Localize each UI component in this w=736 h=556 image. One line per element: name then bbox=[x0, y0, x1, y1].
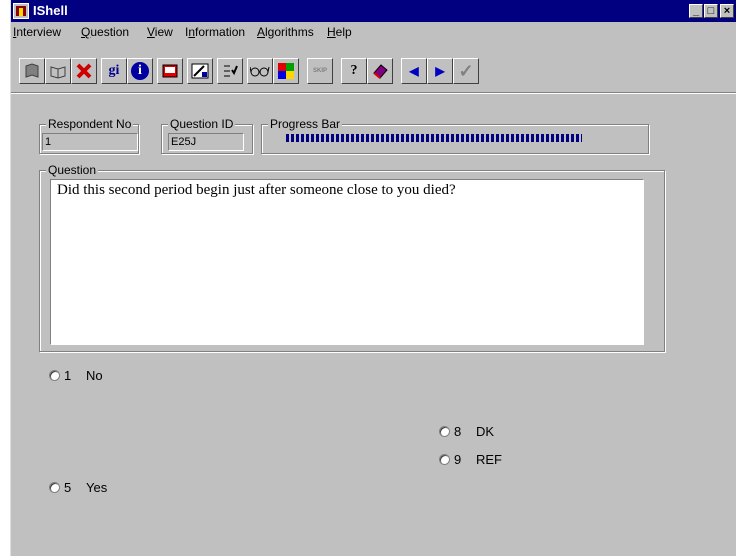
window-title: IShell bbox=[33, 3, 68, 18]
skip-label: SKIP bbox=[312, 68, 327, 74]
option-code: 8 bbox=[454, 424, 462, 439]
question-text: Did this second period begin just after … bbox=[50, 179, 644, 345]
menu-help[interactable]: Help bbox=[327, 25, 352, 39]
menu-information[interactable]: Information bbox=[185, 25, 245, 39]
option-code: 9 bbox=[454, 452, 462, 467]
close-button[interactable]: × bbox=[720, 4, 734, 18]
option-no[interactable]: 1 No bbox=[49, 368, 103, 383]
option-code: 1 bbox=[64, 368, 72, 383]
edit-icon[interactable] bbox=[187, 58, 213, 84]
open-book-icon[interactable] bbox=[45, 58, 71, 84]
menu-interview[interactable]: Interview bbox=[13, 25, 61, 39]
checklist-icon[interactable] bbox=[217, 58, 243, 84]
respondent-field: 1 bbox=[42, 133, 138, 151]
previous-icon[interactable]: ◀ bbox=[401, 58, 427, 84]
option-ref[interactable]: 9 REF bbox=[439, 452, 502, 467]
question-label: Question bbox=[46, 163, 99, 177]
option-label: REF bbox=[476, 452, 502, 467]
info-glyph: i bbox=[131, 62, 149, 80]
question-id-group: Question ID E25J bbox=[161, 117, 253, 154]
radio-button[interactable] bbox=[49, 482, 60, 493]
option-code: 5 bbox=[64, 480, 72, 495]
radio-button[interactable] bbox=[49, 370, 60, 381]
menu-algorithms[interactable]: Algorithms bbox=[257, 25, 314, 39]
app-icon[interactable] bbox=[13, 3, 29, 19]
glasses-icon[interactable] bbox=[247, 58, 273, 84]
option-label: Yes bbox=[86, 480, 108, 495]
book-icon[interactable] bbox=[19, 58, 45, 84]
ishell-window: IShell _ □ × Interview Question View Inf… bbox=[10, 0, 736, 556]
menu-question[interactable]: Question bbox=[81, 25, 129, 39]
notepad-icon[interactable] bbox=[157, 58, 183, 84]
checkmark-icon[interactable]: ✓ bbox=[453, 58, 479, 84]
respondent-label: Respondent No bbox=[46, 117, 134, 131]
progress-group: Progress Bar bbox=[261, 117, 649, 154]
next-icon[interactable]: ▶ bbox=[427, 58, 453, 84]
eraser-icon[interactable] bbox=[367, 58, 393, 84]
maximize-button[interactable]: □ bbox=[704, 4, 718, 18]
progress-label: Progress Bar bbox=[268, 117, 343, 131]
question-id-label: Question ID bbox=[168, 117, 236, 131]
skip-icon[interactable]: SKIP bbox=[307, 58, 333, 84]
menu-view[interactable]: View bbox=[147, 25, 173, 39]
menu-bar: Interview Question View Information Algo… bbox=[11, 22, 736, 42]
color-palette-icon[interactable] bbox=[273, 58, 299, 84]
option-label: DK bbox=[476, 424, 495, 439]
question-id-field: E25J bbox=[168, 133, 244, 151]
help-icon[interactable]: ? bbox=[341, 58, 367, 84]
toolbar: gi i SKIP ? ◀ ▶ ✓ bbox=[11, 58, 736, 92]
option-label: No bbox=[86, 368, 103, 383]
delete-icon[interactable] bbox=[71, 58, 97, 84]
progress-bar bbox=[286, 134, 582, 142]
gi-icon[interactable]: gi bbox=[101, 58, 127, 84]
title-bar[interactable]: IShell _ □ × bbox=[11, 0, 736, 22]
radio-button[interactable] bbox=[439, 426, 450, 437]
respondent-group: Respondent No 1 bbox=[39, 117, 139, 154]
info-icon[interactable]: i bbox=[127, 58, 153, 84]
option-yes[interactable]: 5 Yes bbox=[49, 480, 107, 495]
minimize-button[interactable]: _ bbox=[689, 4, 703, 18]
question-group: Question Did this second period begin ju… bbox=[39, 163, 665, 352]
toolbar-divider bbox=[11, 92, 736, 94]
option-dk[interactable]: 8 DK bbox=[439, 424, 494, 439]
radio-button[interactable] bbox=[439, 454, 450, 465]
